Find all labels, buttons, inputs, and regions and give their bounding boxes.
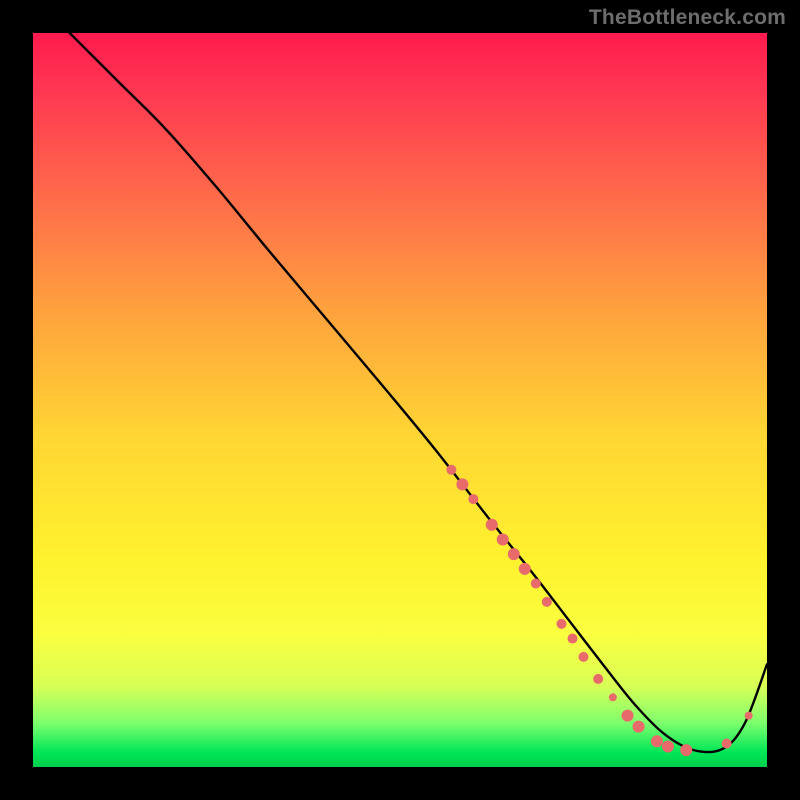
data-marker [446, 465, 456, 475]
data-marker [556, 619, 566, 629]
data-marker [542, 597, 552, 607]
data-marker [531, 579, 541, 589]
data-marker [486, 519, 498, 531]
data-marker [456, 478, 468, 490]
data-marker [662, 740, 674, 752]
data-marker [468, 494, 478, 504]
watermark-text: TheBottleneck.com [589, 6, 786, 30]
data-marker [519, 563, 531, 575]
chart-svg [33, 33, 767, 767]
data-marker [579, 652, 589, 662]
data-marker [722, 739, 732, 749]
bottleneck-curve [70, 33, 767, 752]
data-marker [508, 548, 520, 560]
data-marker [622, 710, 634, 722]
data-marker [633, 721, 645, 733]
data-marker [609, 693, 617, 701]
data-marker [651, 735, 663, 747]
chart-frame: TheBottleneck.com [0, 0, 800, 800]
data-marker [497, 533, 509, 545]
data-marker [745, 712, 753, 720]
data-marker [567, 634, 577, 644]
data-marker [680, 744, 692, 756]
plot-area [33, 33, 767, 767]
data-marker [593, 674, 603, 684]
